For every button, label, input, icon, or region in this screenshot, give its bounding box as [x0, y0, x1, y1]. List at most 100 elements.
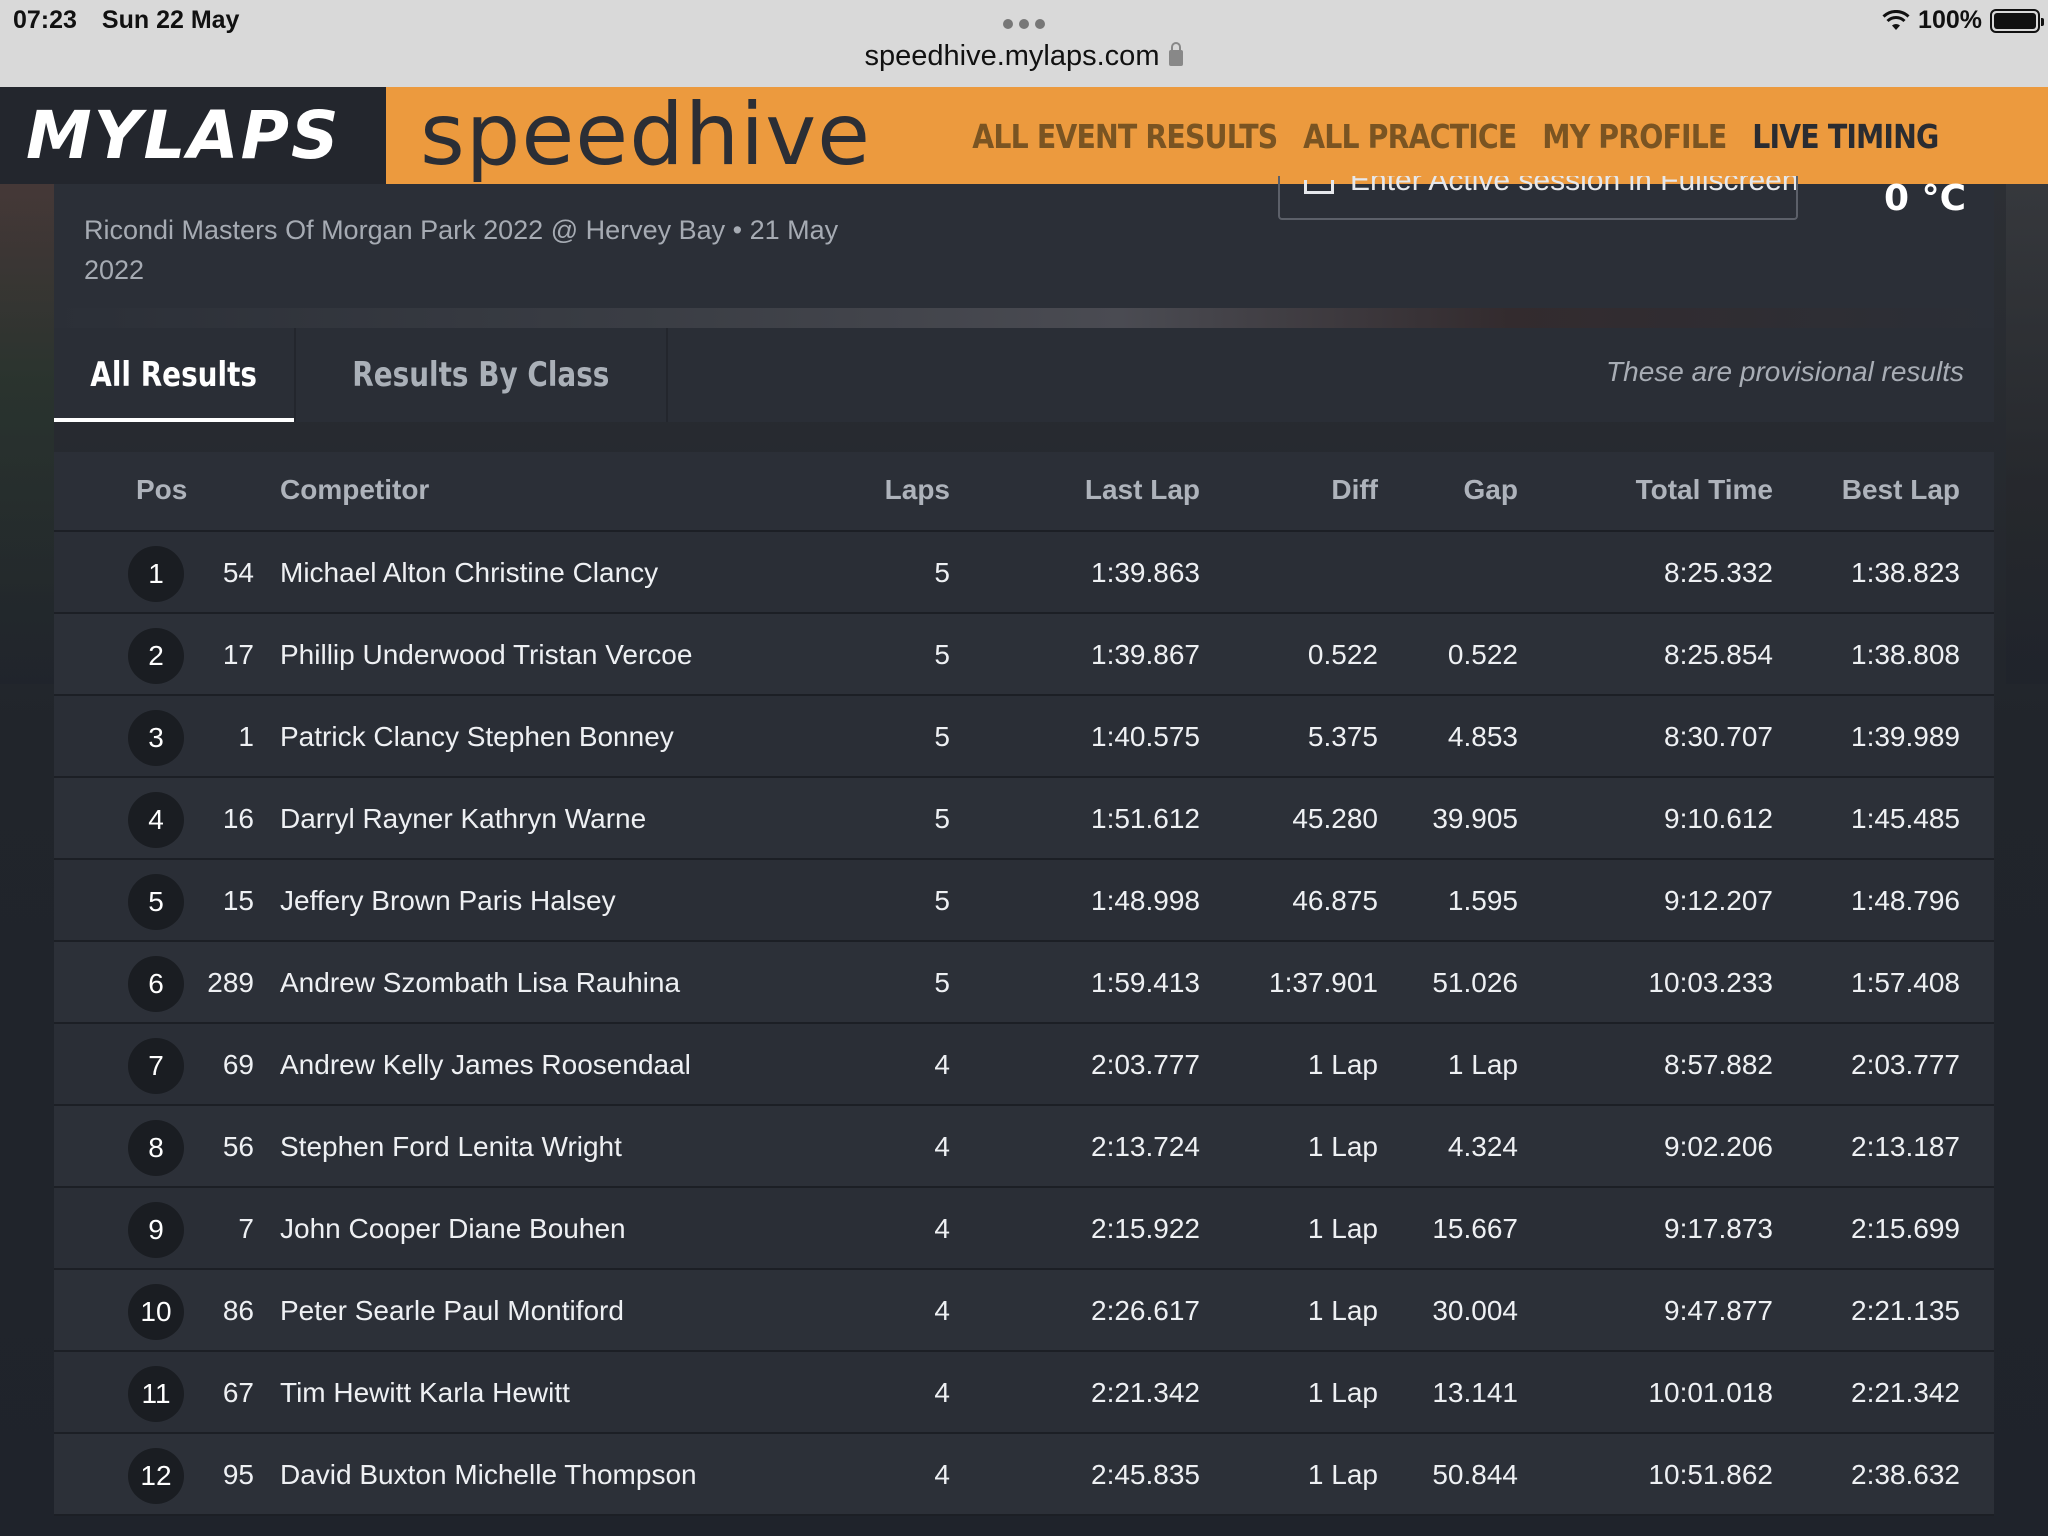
- table-row[interactable]: 6 289 Andrew Szombath Lisa Rauhina 5 1:59.41…: [54, 942, 1994, 1024]
- competitor-name: Tim Hewitt Karla Hewitt: [280, 1377, 570, 1408]
- gap: 50.844: [1432, 1459, 1518, 1490]
- mylaps-logo[interactable]: MYLAPS: [0, 87, 386, 184]
- table-row[interactable]: 5 15 Jeffery Brown Paris Halsey 5 1:48.998 46…: [54, 860, 1994, 942]
- diff: 1 Lap: [1307, 1459, 1378, 1490]
- status-indicators: 100%: [1882, 6, 2044, 35]
- table-row[interactable]: 8 56 Stephen Ford Lenita Wright 4 2:13.724 1 …: [54, 1106, 1994, 1188]
- status-date: Sun 22 May: [101, 6, 240, 34]
- last-lap: 1:48.998: [1091, 885, 1200, 916]
- header-diff[interactable]: Diff: [1331, 474, 1378, 506]
- header-competitor[interactable]: Competitor: [280, 474, 429, 506]
- total-time: 8:25.854: [1664, 639, 1773, 670]
- event-title: Ricondi Masters Of Morgan Park 2022 @ He…: [84, 215, 839, 285]
- position-badge: 7: [128, 1038, 184, 1094]
- diff: 1 Lap: [1307, 1213, 1378, 1244]
- header-gap[interactable]: Gap: [1464, 474, 1518, 506]
- status-time: 07:23: [13, 6, 77, 34]
- laps: 4: [934, 1459, 950, 1490]
- battery-percent: 100%: [1918, 6, 1982, 34]
- last-lap: 1:40.575: [1091, 721, 1200, 752]
- gap: 1 Lap: [1447, 1049, 1518, 1080]
- best-lap: 2:21.135: [1851, 1295, 1960, 1326]
- tab-results-by-class[interactable]: Results By Class: [294, 328, 668, 422]
- total-time: 9:10.612: [1664, 803, 1773, 834]
- diff: 1 Lap: [1307, 1131, 1378, 1162]
- best-lap: 2:03.777: [1851, 1049, 1960, 1080]
- diff: 0.522: [1307, 639, 1378, 670]
- lock-icon: [1169, 42, 1184, 66]
- header-total-time[interactable]: Total Time: [1636, 474, 1773, 506]
- nav-live-timing[interactable]: LIVE TIMING: [1752, 117, 1939, 156]
- table-row[interactable]: 7 69 Andrew Kelly James Roosendaal 4 2:03.77…: [54, 1024, 1994, 1106]
- best-lap: 1:38.823: [1851, 557, 1960, 588]
- nav-my-profile[interactable]: MY PROFILE: [1542, 117, 1727, 156]
- diff: 1 Lap: [1307, 1295, 1378, 1326]
- competitor-name: Patrick Clancy Stephen Bonney: [280, 721, 674, 752]
- total-time: 9:17.873: [1664, 1213, 1773, 1244]
- laps: 5: [934, 885, 950, 916]
- wifi-icon: [1882, 9, 1910, 30]
- position-badge: 4: [128, 792, 184, 848]
- table-row[interactable]: 10 86 Peter Searle Paul Montiford 4 2:26.617…: [54, 1270, 1994, 1352]
- position-badge: 6: [128, 956, 184, 1012]
- best-lap: 1:48.796: [1851, 885, 1960, 916]
- laps: 4: [934, 1213, 950, 1244]
- tab-results-by-class-label: Results By Class: [352, 355, 610, 395]
- table-row[interactable]: 12 95 David Buxton Michelle Thompson 4 2:45.…: [54, 1434, 1994, 1516]
- status-time-date: 07:23 Sun 22 May: [13, 6, 257, 35]
- best-lap: 2:15.699: [1851, 1213, 1960, 1244]
- results-tabs: All Results Results By Class These are p…: [54, 328, 1994, 422]
- car-number: 95: [222, 1459, 254, 1490]
- multitasking-dots-icon[interactable]: [1000, 12, 1048, 36]
- position-badge: 9: [128, 1202, 184, 1258]
- car-number: 17: [222, 639, 254, 670]
- laps: 5: [934, 639, 950, 670]
- fullscreen-button[interactable]: Enter Active session in Fullscreen: [1278, 176, 1798, 220]
- gap: 1.595: [1447, 885, 1518, 916]
- total-time: 10:01.018: [1648, 1377, 1773, 1408]
- total-time: 8:25.332: [1664, 557, 1773, 588]
- position-badge: 10: [128, 1284, 184, 1340]
- diff: 1 Lap: [1307, 1377, 1378, 1408]
- position-badge: 12: [128, 1448, 184, 1504]
- last-lap: 2:21.342: [1091, 1377, 1200, 1408]
- competitor-name: Phillip Underwood Tristan Vercoe: [280, 639, 693, 670]
- background-photo-right: [2006, 184, 2048, 684]
- nav-all-practice[interactable]: ALL PRACTICE: [1303, 117, 1517, 156]
- gap: 39.905: [1432, 803, 1518, 834]
- header-best-lap[interactable]: Best Lap: [1842, 474, 1960, 506]
- competitor-name: Stephen Ford Lenita Wright: [280, 1131, 622, 1162]
- header-pos[interactable]: Pos: [136, 474, 187, 506]
- diff: 5.375: [1307, 721, 1378, 752]
- competitor-name: Darryl Rayner Kathryn Warne: [280, 803, 647, 834]
- speedhive-logo[interactable]: speedhive: [420, 85, 871, 185]
- competitor-name: Andrew Szombath Lisa Rauhina: [280, 967, 681, 998]
- table-row[interactable]: 11 67 Tim Hewitt Karla Hewitt 4 2:21.342 1 La…: [54, 1352, 1994, 1434]
- laps: 4: [934, 1377, 950, 1408]
- address-bar[interactable]: speedhive.mylaps.com: [0, 40, 2048, 73]
- diff: 46.875: [1292, 885, 1378, 916]
- total-time: 8:30.707: [1664, 721, 1773, 752]
- table-row[interactable]: 2 17 Phillip Underwood Tristan Vercoe 5 1:39…: [54, 614, 1994, 696]
- last-lap: 1:39.867: [1091, 639, 1200, 670]
- car-number: 7: [238, 1213, 254, 1244]
- temperature: 0 °C: [1884, 178, 1967, 219]
- table-row[interactable]: 1 54 Michael Alton Christine Clancy 5 1:39.8…: [54, 532, 1994, 614]
- total-time: 8:57.882: [1664, 1049, 1773, 1080]
- battery-icon: [1990, 8, 2044, 33]
- tab-all-results[interactable]: All Results: [54, 328, 294, 422]
- gap: 30.004: [1432, 1295, 1518, 1326]
- fullscreen-label: Enter Active session in Fullscreen: [1350, 176, 1798, 197]
- table-row[interactable]: 9 7 John Cooper Diane Bouhen 4 2:15.922 1 Lap…: [54, 1188, 1994, 1270]
- header-laps[interactable]: Laps: [885, 474, 950, 506]
- main-nav: ALL EVENT RESULTS ALL PRACTICE MY PROFIL…: [972, 117, 1939, 156]
- table-row[interactable]: 3 1 Patrick Clancy Stephen Bonney 5 1:40.575…: [54, 696, 1994, 778]
- diff: 45.280: [1292, 803, 1378, 834]
- last-lap: 2:03.777: [1091, 1049, 1200, 1080]
- table-row[interactable]: 4 16 Darryl Rayner Kathryn Warne 5 1:51.612 4…: [54, 778, 1994, 860]
- tab-all-results-label: All Results: [90, 355, 258, 395]
- competitor-name: Peter Searle Paul Montiford: [280, 1295, 624, 1326]
- nav-all-event-results[interactable]: ALL EVENT RESULTS: [972, 117, 1278, 156]
- header-last-lap[interactable]: Last Lap: [1085, 474, 1200, 506]
- event-info-card: Ricondi Masters Of Morgan Park 2022 @ He…: [54, 176, 1994, 308]
